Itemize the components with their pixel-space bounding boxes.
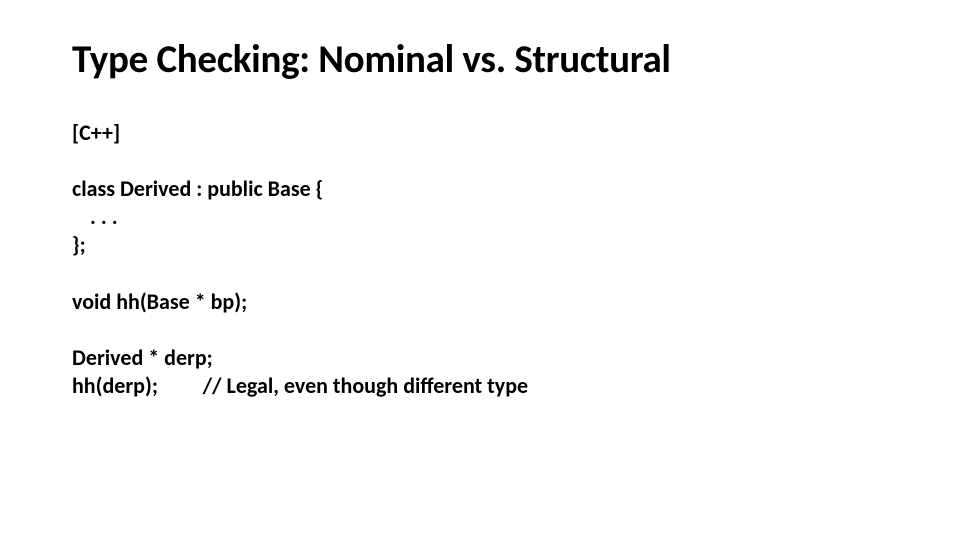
slide-title: Type Checking: Nominal vs. Structural (72, 36, 900, 83)
code-call-prefix: hh(derp); (72, 372, 203, 399)
code-comment: // Legal, even though different type (203, 372, 528, 399)
code-class-decl: class Derived : public Base { (72, 175, 900, 203)
code-usage-block: Derived * derp; hh(derp); // Legal, even… (72, 344, 900, 400)
code-class-end: }; (72, 231, 900, 259)
code-class-block: class Derived : public Base { . . . }; (72, 175, 900, 259)
language-label: [C++] (72, 119, 900, 147)
code-fn-block: void hh(Base * bp); (72, 288, 900, 316)
language-label-text: [C++] (72, 119, 120, 146)
slide-body: [C++] class Derived : public Base { . . … (72, 119, 900, 400)
code-call-line: hh(derp); // Legal, even though differen… (72, 372, 900, 400)
code-fn-decl: void hh(Base * bp); (72, 288, 900, 316)
slide: Type Checking: Nominal vs. Structural [C… (0, 0, 960, 540)
code-var-decl: Derived * derp; (72, 344, 900, 372)
code-ellipsis: . . . (72, 203, 900, 231)
